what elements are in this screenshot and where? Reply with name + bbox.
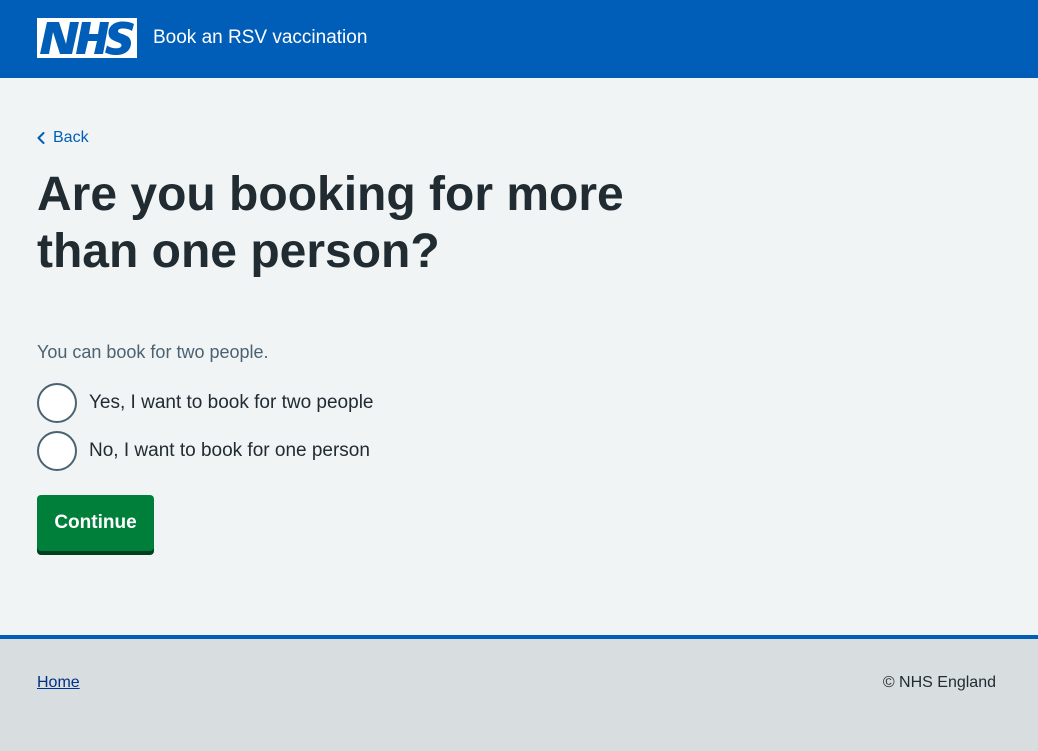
page-title: Are you booking for more than one person… <box>37 168 624 278</box>
nhs-logo[interactable] <box>37 18 137 58</box>
hint-text: You can book for two people. <box>37 342 269 362</box>
site-header: Book an RSV vaccination <box>0 0 1038 78</box>
copyright-text: © NHS England <box>882 674 996 691</box>
radio-button-yes[interactable] <box>37 383 77 423</box>
back-link[interactable]: Back <box>37 128 89 148</box>
footer-home-link[interactable]: Home <box>37 673 80 693</box>
nhs-logo-icon <box>37 18 137 58</box>
main-content: Back Are you booking for more than one p… <box>0 78 1038 635</box>
radio-option-no[interactable]: No, I want to book for one person <box>37 431 370 471</box>
back-link-label: Back <box>53 129 89 146</box>
continue-button[interactable]: Continue <box>37 495 154 551</box>
radio-button-no[interactable] <box>37 431 77 471</box>
service-name[interactable]: Book an RSV vaccination <box>153 26 367 50</box>
radio-label-no[interactable]: No, I want to book for one person <box>89 439 370 463</box>
site-footer: Home © NHS England <box>0 635 1038 751</box>
chevron-left-icon <box>37 132 45 144</box>
radio-option-yes[interactable]: Yes, I want to book for two people <box>37 383 373 423</box>
radio-label-yes[interactable]: Yes, I want to book for two people <box>89 391 373 415</box>
